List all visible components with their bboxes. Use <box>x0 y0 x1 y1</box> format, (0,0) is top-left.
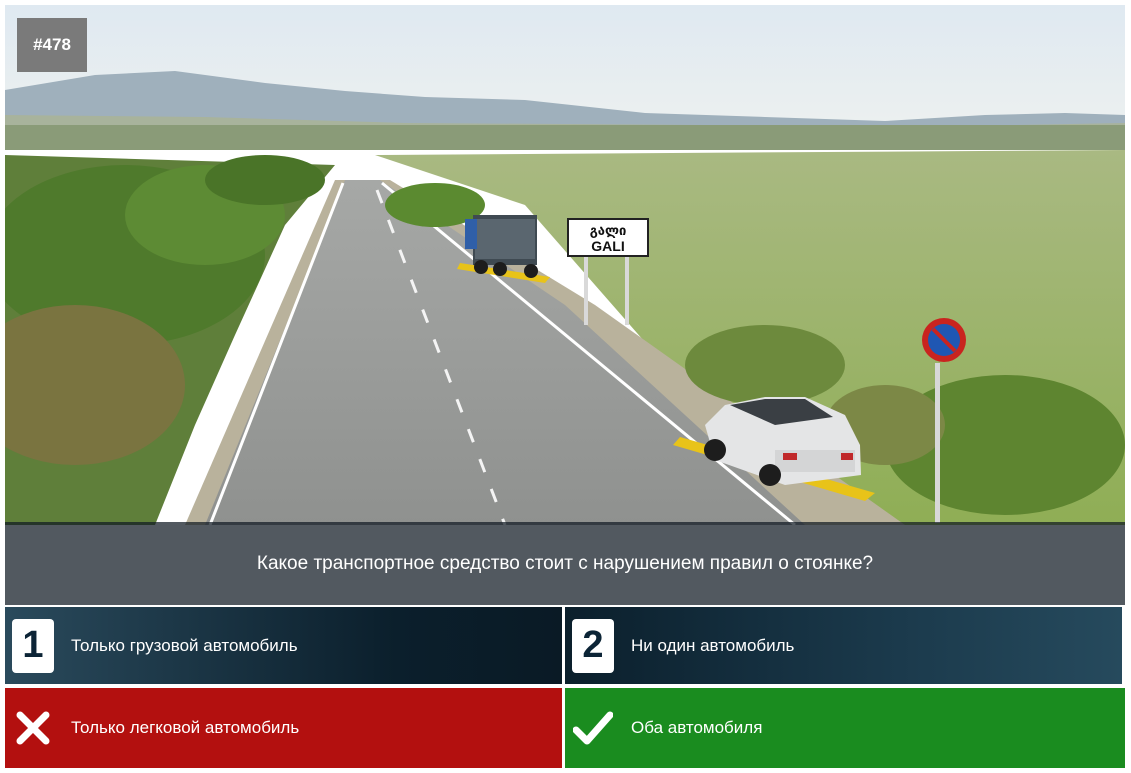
cross-icon <box>12 701 54 755</box>
question-number-badge: #478 <box>17 18 87 72</box>
answer-option-3-wrong[interactable]: Только легковой автомобиль <box>5 688 562 768</box>
answer-option-1[interactable]: 1 Только грузовой автомобиль <box>5 607 562 684</box>
question-text: Какое транспортное средство стоит с нару… <box>256 552 874 574</box>
answer-label: Оба автомобиля <box>631 718 763 737</box>
sign-text-georgian: გალი <box>590 224 627 239</box>
answer-option-4-correct[interactable]: Оба автомобиля <box>565 688 1125 768</box>
answer-label: Только легковой автомобиль <box>71 718 300 737</box>
answer-option-2[interactable]: 2 Ни один автомобиль <box>565 607 1122 684</box>
road-scene-image: გალი GALI <box>5 5 1125 527</box>
answer-number-badge: 2 <box>572 618 614 673</box>
answers-grid: 1 Только грузовой автомобиль 2 Ни один а… <box>5 607 1125 768</box>
answer-label: Ни один автомобиль <box>631 635 795 655</box>
question-text-bar: Какое транспортное средство стоит с нару… <box>5 522 1125 605</box>
question-image: გალი GALI #478 Какое транспортное средст… <box>5 5 1125 605</box>
answer-label: Только грузовой автомобиль <box>71 635 298 655</box>
check-icon <box>572 701 614 755</box>
truck-image <box>465 215 538 278</box>
sign-text-latin: GALI <box>591 238 624 254</box>
answer-number-badge: 1 <box>12 618 54 673</box>
